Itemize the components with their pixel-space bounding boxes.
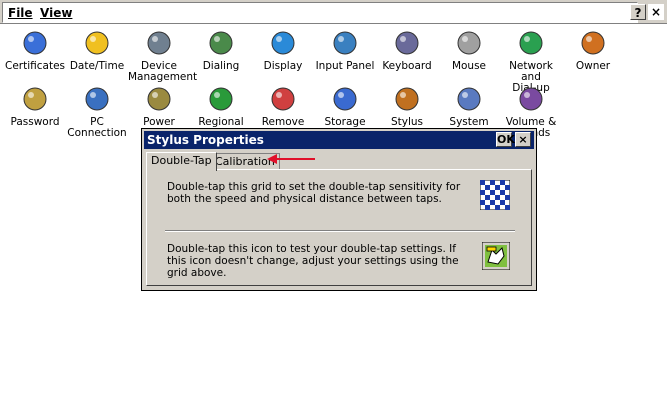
network-icon	[519, 31, 543, 55]
file-menu[interactable]: File	[8, 6, 33, 20]
keyboard-icon	[395, 31, 419, 55]
cp-item-label: Certificates	[4, 60, 65, 72]
cp-item-label: System	[449, 116, 489, 128]
cp-item-label: Device Management	[128, 60, 198, 83]
checker-cell	[495, 205, 500, 210]
checker-cell	[505, 195, 510, 200]
dialog-titlebar: Stylus Properties OK ×	[144, 131, 534, 149]
checker-cell	[500, 190, 505, 195]
checker-cell	[485, 195, 490, 200]
cp-item-regional[interactable]: Regional	[190, 85, 252, 128]
checker-cell	[505, 185, 510, 190]
checkerboard-grid-icon[interactable]	[480, 180, 510, 210]
ok-button[interactable]: OK	[496, 132, 515, 147]
close-button[interactable]: ×	[648, 4, 664, 20]
cp-item-label: Dialing	[202, 60, 240, 72]
checker-cell	[480, 200, 485, 205]
checker-cell	[485, 205, 490, 210]
storage-icon	[333, 87, 357, 111]
cp-item-stylus[interactable]: Stylus	[376, 85, 438, 128]
cp-item-dialing[interactable]: Dialing	[190, 29, 252, 72]
help-button[interactable]: ?	[630, 4, 646, 20]
regional-icon	[209, 87, 233, 111]
cp-item-label: Regional	[198, 116, 244, 128]
power-icon	[147, 87, 171, 111]
grid-instructions: Double-tap this grid to set the double-t…	[167, 181, 461, 205]
stylus-properties-dialog: Stylus Properties OK × Double-Tap Calibr…	[141, 128, 537, 291]
annotation-arrow-icon	[267, 154, 315, 164]
cp-item-display[interactable]: Display	[252, 29, 314, 72]
cp-item-label: Date/Time	[69, 60, 125, 72]
cp-item-label: Remove	[261, 116, 305, 128]
cp-item-label: Mouse	[451, 60, 487, 72]
checker-cell	[505, 205, 510, 210]
cp-item-label: Input Panel	[315, 60, 375, 72]
tab-double-tap[interactable]: Double-Tap	[146, 152, 217, 171]
input-panel-icon	[333, 31, 357, 55]
cp-item-label: Stylus	[390, 116, 424, 128]
checker-cell	[500, 200, 505, 205]
certificates-icon	[23, 31, 47, 55]
file-menu-label: File	[8, 6, 33, 20]
test-hand-icon[interactable]	[482, 242, 510, 270]
stylus-icon	[395, 87, 419, 111]
checker-cell	[490, 200, 495, 205]
mouse-icon	[457, 31, 481, 55]
dialog-close-button[interactable]: ×	[515, 132, 531, 147]
cp-item-pc-connection[interactable]: PC Connection	[66, 85, 128, 139]
cp-item-owner[interactable]: Owner	[562, 29, 624, 72]
separator	[165, 230, 515, 232]
test-instructions: Double-tap this icon to test your double…	[167, 243, 459, 279]
checker-cell	[485, 185, 490, 190]
remove-programs-icon	[271, 87, 295, 111]
cp-item-system[interactable]: System	[438, 85, 500, 128]
checker-cell	[480, 190, 485, 195]
view-menu-label: View	[40, 6, 73, 20]
pc-connection-icon	[85, 87, 109, 111]
cp-item-device-management[interactable]: Device Management	[128, 29, 198, 83]
cp-item-certificates[interactable]: Certificates	[4, 29, 66, 72]
cp-item-label: Power	[143, 116, 175, 128]
cp-item-label: Owner	[575, 60, 611, 72]
cp-item-date-time[interactable]: Date/Time	[66, 29, 128, 72]
cp-item-power[interactable]: Power	[128, 85, 190, 128]
checker-cell	[495, 195, 500, 200]
system-icon	[457, 87, 481, 111]
view-menu[interactable]: View	[40, 6, 72, 20]
checker-cell	[500, 180, 505, 185]
cp-item-label: Storage	[324, 116, 366, 128]
dialog-title: Stylus Properties	[147, 133, 264, 147]
cp-item-keyboard[interactable]: Keyboard	[376, 29, 438, 72]
checker-cell	[480, 180, 485, 185]
date-time-icon	[85, 31, 109, 55]
checker-cell	[495, 185, 500, 190]
menu-frame	[2, 2, 638, 23]
cp-item-label: Keyboard	[382, 60, 432, 72]
password-icon	[23, 87, 47, 111]
double-tap-panel: Double-tap this grid to set the double-t…	[146, 169, 532, 286]
volume-icon	[519, 87, 543, 111]
cp-item-label: PC Connection	[67, 116, 127, 139]
cp-item-storage[interactable]: Storage	[314, 85, 376, 128]
cp-item-label: Display	[263, 60, 303, 72]
cp-item-remove-programs[interactable]: Remove	[252, 85, 314, 128]
checker-cell	[490, 180, 495, 185]
checker-cell	[490, 190, 495, 195]
device-management-icon	[147, 31, 171, 55]
dialing-icon	[209, 31, 233, 55]
display-icon	[271, 31, 295, 55]
cp-item-label: Password	[10, 116, 60, 128]
owner-icon	[581, 31, 605, 55]
cp-item-mouse[interactable]: Mouse	[438, 29, 500, 72]
cp-item-password[interactable]: Password	[4, 85, 66, 128]
menu-bar: File View ? ×	[0, 0, 667, 24]
cp-item-input-panel[interactable]: Input Panel	[314, 29, 376, 72]
